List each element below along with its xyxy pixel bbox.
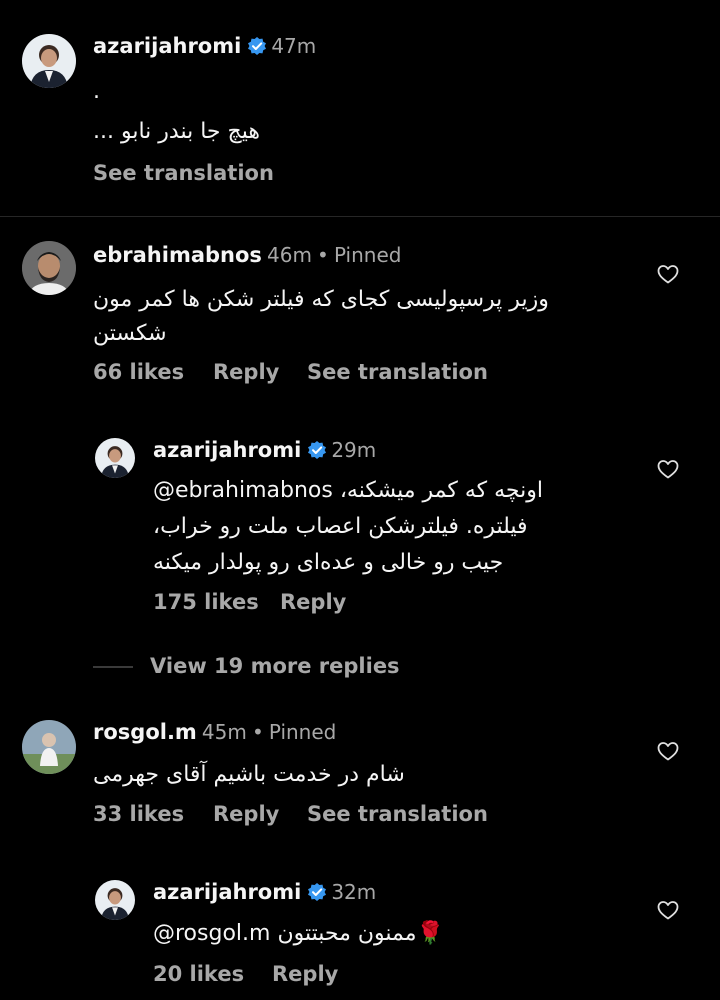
comment-time: 46m (267, 243, 312, 267)
post-header: azarijahromi 47m (93, 34, 316, 60)
post-username[interactable]: azarijahromi (93, 34, 241, 58)
comment-text-line1: وزیر پرسپولیسی کجای که فیلتر شکن ها کمر … (93, 287, 549, 312)
comment-header: rosgol.m 45m • Pinned (93, 720, 336, 744)
reply-button[interactable]: Reply (213, 802, 279, 826)
reply-text-line1: اونچه که کمر میشکنه، ‪@ebrahimabnos‬ (153, 478, 543, 503)
reply-header: azarijahromi 32m (153, 880, 376, 906)
avatar-image (22, 34, 76, 88)
reply-header: azarijahromi 29m (153, 438, 376, 464)
reply-text-line1: 🌹ممنون محبتتون ‪@rosgol.m‬ (153, 921, 444, 946)
reply-username[interactable]: azarijahromi (153, 438, 301, 462)
like-heart-icon[interactable] (656, 262, 680, 286)
avatar-image (95, 438, 135, 478)
avatar-image (22, 241, 76, 295)
avatar-image (22, 720, 76, 774)
verified-badge-icon (247, 36, 267, 60)
reply-text-line3: جیب رو خالی و عده‌ای رو پولدار میکنه (153, 550, 504, 575)
dot-separator: • (317, 243, 329, 267)
reply-avatar[interactable] (95, 880, 135, 920)
reply-avatar[interactable] (95, 438, 135, 478)
reply-button[interactable]: Reply (272, 962, 338, 986)
like-heart-icon[interactable] (656, 739, 680, 763)
comment-text-line2: شکستن (93, 321, 167, 346)
avatar-image (95, 880, 135, 920)
post-see-translation[interactable]: See translation (93, 161, 274, 185)
reply-username[interactable]: azarijahromi (153, 880, 301, 904)
comment-header: ebrahimabnos 46m • Pinned (93, 243, 401, 267)
post-caption-line2: هیچ جا بندر نابو ... (93, 119, 260, 144)
comment-time: 45m (201, 720, 247, 744)
divider (0, 216, 720, 217)
comment-avatar[interactable] (22, 720, 76, 774)
verified-badge-icon (307, 440, 327, 464)
comment-username[interactable]: rosgol.m (93, 720, 197, 744)
post-caption-line1: . (93, 79, 100, 104)
comment-username[interactable]: ebrahimabnos (93, 243, 262, 267)
reply-time: 32m (331, 880, 377, 904)
view-replies-line (93, 666, 133, 668)
reply-time: 29m (331, 438, 377, 462)
see-translation-button[interactable]: See translation (307, 360, 488, 384)
post-time: 47m (271, 34, 317, 58)
view-more-replies-button[interactable]: View 19 more replies (150, 654, 400, 678)
verified-badge-icon (307, 882, 327, 906)
likes-count[interactable]: 66 likes (93, 360, 184, 384)
reply-button[interactable]: Reply (213, 360, 279, 384)
dot-separator: • (251, 720, 264, 744)
comment-avatar[interactable] (22, 241, 76, 295)
like-heart-icon[interactable] (656, 457, 680, 481)
reply-button[interactable]: Reply (280, 590, 346, 614)
post-author-avatar[interactable] (22, 34, 76, 88)
comment-text-line1: شام در خدمت باشیم آقای جهرمی (93, 762, 405, 787)
likes-count[interactable]: 175 likes (153, 590, 259, 614)
like-heart-icon[interactable] (656, 898, 680, 922)
pinned-label: Pinned (268, 720, 337, 744)
likes-count[interactable]: 33 likes (93, 802, 184, 826)
likes-count[interactable]: 20 likes (153, 962, 244, 986)
pinned-label: Pinned (333, 243, 402, 267)
reply-text-line2: فیلتره. فیلترشکن اعصاب ملت رو خراب، (153, 514, 528, 539)
see-translation-button[interactable]: See translation (307, 802, 488, 826)
